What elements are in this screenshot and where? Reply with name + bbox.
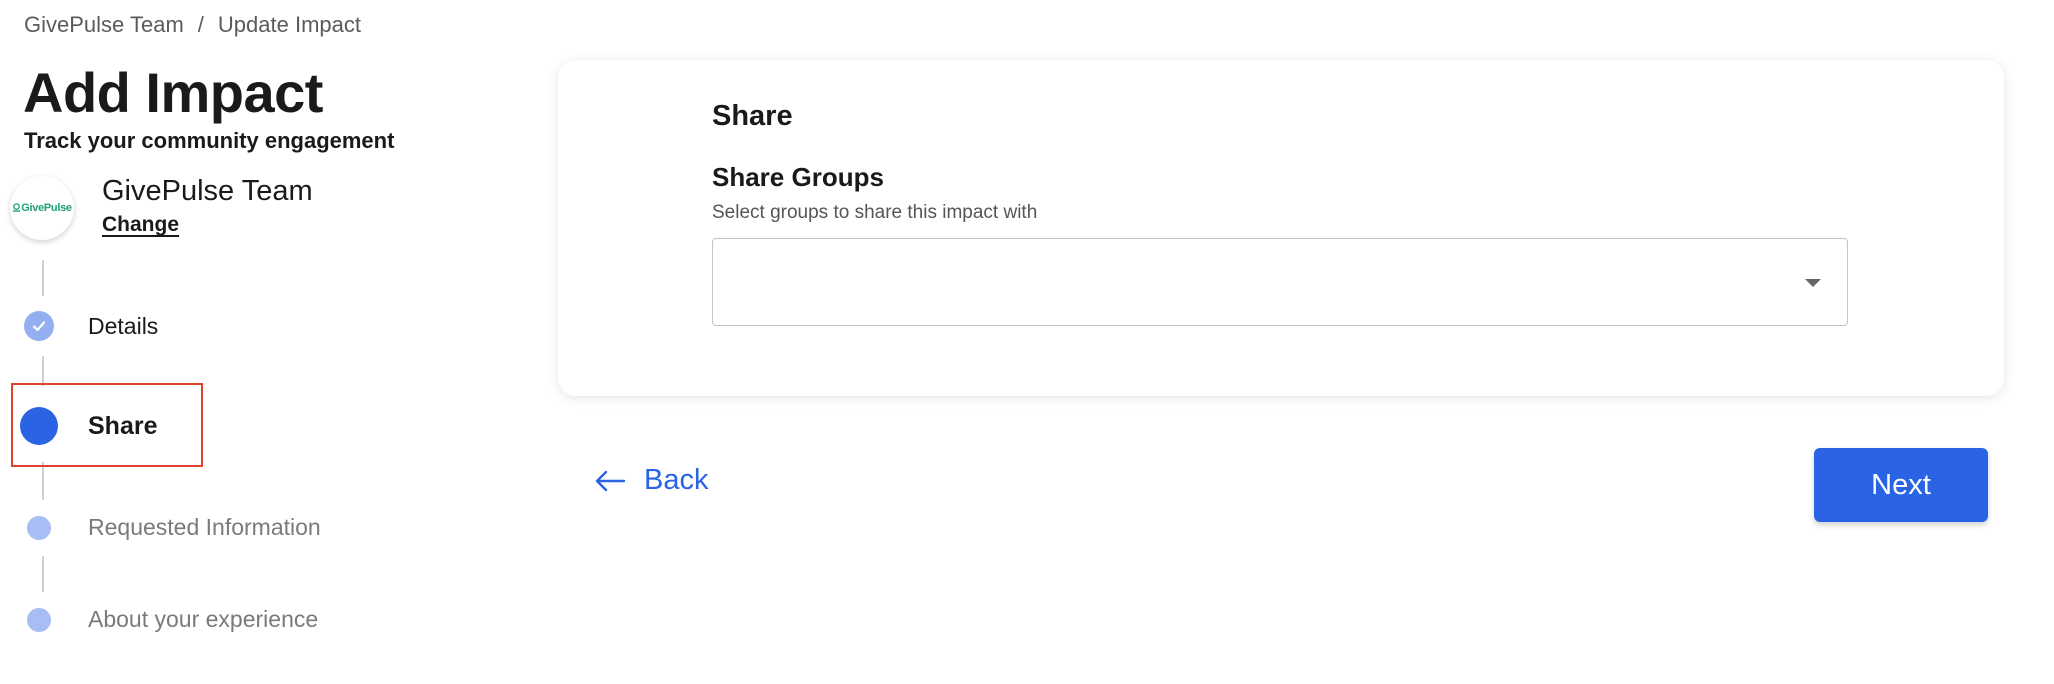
page: GivePulse Team / Update Impact Add Impac…	[0, 0, 2054, 684]
stepper-connector	[42, 556, 44, 592]
step-done-indicator	[24, 311, 54, 341]
step-pending-indicator	[27, 515, 51, 540]
step-requested-information[interactable]: Requested Information	[24, 514, 321, 541]
org-name: GivePulse Team	[102, 175, 313, 207]
breadcrumb: GivePulse Team / Update Impact	[24, 12, 361, 38]
givepulse-logo-icon: GivePulse	[12, 202, 72, 214]
breadcrumb-item-current: Update Impact	[217, 12, 361, 37]
step-label: Details	[88, 312, 159, 339]
org-logo-text: GivePulse	[21, 202, 72, 214]
step-about-experience[interactable]: About your experience	[24, 606, 318, 633]
check-icon	[32, 321, 46, 332]
step-share[interactable]: Share	[20, 407, 158, 445]
stepper-connector	[42, 356, 44, 386]
share-groups-help: Select groups to share this impact with	[712, 202, 1038, 223]
step-label: Share	[88, 411, 158, 440]
breadcrumb-separator: /	[197, 12, 204, 37]
back-label: Back	[644, 464, 709, 496]
share-card: Share Share Groups Select groups to shar…	[558, 60, 2004, 396]
next-button[interactable]: Next	[1814, 448, 1988, 522]
step-details[interactable]: Details	[24, 311, 158, 341]
share-groups-label: Share Groups	[712, 162, 884, 192]
org-avatar: GivePulse	[10, 176, 74, 240]
stepper-connector	[42, 260, 44, 296]
organization-selector: GivePulse GivePulse Team Change	[10, 173, 313, 240]
arrow-left-icon	[595, 470, 626, 491]
page-subtitle: Track your community engagement	[24, 128, 395, 153]
back-button[interactable]: Back	[594, 464, 708, 497]
stepper-connector	[42, 462, 44, 500]
step-label: About your experience	[88, 606, 319, 632]
card-title: Share	[712, 100, 793, 132]
breadcrumb-item-team[interactable]: GivePulse Team	[24, 12, 184, 38]
step-pending-indicator	[27, 607, 51, 632]
page-title: Add Impact	[23, 61, 323, 124]
step-label: Requested Information	[88, 514, 321, 540]
share-groups-select[interactable]	[712, 238, 1848, 326]
org-info: GivePulse Team Change	[102, 173, 313, 237]
caret-down-icon	[1805, 279, 1821, 287]
step-active-indicator	[20, 407, 58, 445]
change-org-link[interactable]: Change	[102, 213, 313, 237]
